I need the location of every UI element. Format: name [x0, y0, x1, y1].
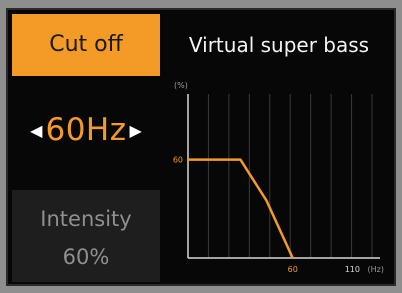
y-axis-unit-label: (%)	[174, 81, 188, 90]
cutoff-curve-line	[188, 158, 294, 259]
arrow-left-icon[interactable]: ◀	[27, 121, 45, 140]
frequency-value: 60Hz	[45, 112, 127, 148]
panel-title: Virtual super bass	[188, 33, 370, 57]
cutoff-curve-chart: (%) 60 60 110 (Hz)	[173, 81, 384, 274]
cutoff-tab-label: Cut off	[49, 32, 123, 57]
x-axis-unit-label: (Hz)	[368, 265, 384, 274]
y-tick-label: 60	[173, 156, 183, 165]
intensity-label: Intensity	[40, 207, 132, 231]
intensity-tab[interactable]: Intensity 60%	[12, 190, 160, 282]
intensity-value: 60%	[62, 245, 110, 269]
x-tick-label: 110	[345, 265, 360, 274]
arrow-right-icon[interactable]: ▶	[127, 121, 145, 140]
x-tick-label: 60	[288, 265, 298, 274]
frequency-selector[interactable]: ◀ 60Hz ▶	[12, 102, 160, 158]
bass-settings-screen: Cut off ◀ 60Hz ▶ Intensity 60% Virtual s…	[6, 8, 396, 286]
cutoff-tab[interactable]: Cut off	[12, 14, 160, 76]
